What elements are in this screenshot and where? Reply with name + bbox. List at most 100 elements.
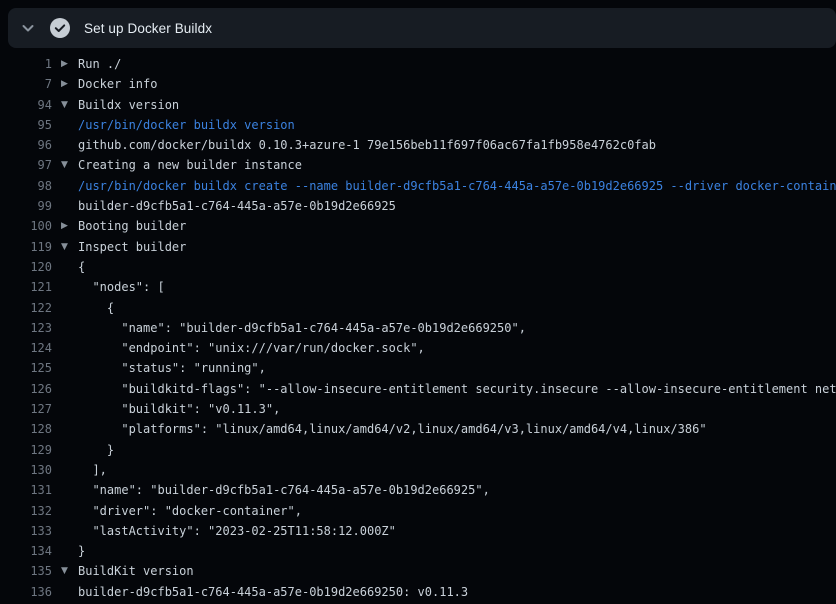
log-group-row[interactable]: 100▶Booting builder xyxy=(0,216,836,236)
log-text: { xyxy=(78,298,836,318)
log-group-row[interactable]: 94▼Buildx version xyxy=(0,95,836,115)
line-number[interactable]: 95 xyxy=(0,115,52,135)
log-group-row[interactable]: 97▼Creating a new builder instance xyxy=(0,155,836,175)
log-line: 126 "buildkitd-flags": "--allow-insecure… xyxy=(0,379,836,399)
group-collapse-icon[interactable]: ▼ xyxy=(52,237,78,257)
line-number[interactable]: 136 xyxy=(0,582,52,602)
gutter-spacer xyxy=(52,379,78,399)
group-title[interactable]: Creating a new builder instance xyxy=(78,155,836,175)
gutter-spacer xyxy=(52,257,78,277)
log-line: 132 "driver": "docker-container", xyxy=(0,501,836,521)
gutter-spacer xyxy=(52,541,78,561)
chevron-down-icon[interactable] xyxy=(20,20,36,36)
log-text: } xyxy=(78,440,836,460)
log-line: 123 "name": "builder-d9cfb5a1-c764-445a-… xyxy=(0,318,836,338)
log-line: 128 "platforms": "linux/amd64,linux/amd6… xyxy=(0,419,836,439)
gutter-spacer xyxy=(52,277,78,297)
line-number[interactable]: 99 xyxy=(0,196,52,216)
line-number[interactable]: 132 xyxy=(0,501,52,521)
line-number[interactable]: 131 xyxy=(0,480,52,500)
line-number[interactable]: 7 xyxy=(0,74,52,94)
gutter-spacer xyxy=(52,176,78,196)
actions-log-panel: Set up Docker Buildx 1▶Run ./7▶Docker in… xyxy=(0,0,836,604)
gutter-spacer xyxy=(52,440,78,460)
gutter-spacer xyxy=(52,135,78,155)
log-group-row[interactable]: 119▼Inspect builder xyxy=(0,237,836,257)
line-number[interactable]: 119 xyxy=(0,237,52,257)
line-number[interactable]: 124 xyxy=(0,338,52,358)
gutter-spacer xyxy=(52,115,78,135)
line-number[interactable]: 133 xyxy=(0,521,52,541)
log-text: { xyxy=(78,257,836,277)
group-collapse-icon[interactable]: ▼ xyxy=(52,95,78,115)
gutter-spacer xyxy=(52,521,78,541)
gutter-spacer xyxy=(52,480,78,500)
log-text: "endpoint": "unix:///var/run/docker.sock… xyxy=(78,338,836,358)
gutter-spacer xyxy=(52,358,78,378)
log-line: 96github.com/docker/buildx 0.10.3+azure-… xyxy=(0,135,836,155)
log-text: "nodes": [ xyxy=(78,277,836,297)
log-line: 125 "status": "running", xyxy=(0,358,836,378)
line-number[interactable]: 130 xyxy=(0,460,52,480)
log-text: "status": "running", xyxy=(78,358,836,378)
group-collapse-icon[interactable]: ▼ xyxy=(52,155,78,175)
group-collapse-icon[interactable]: ▼ xyxy=(52,561,78,581)
log-text: "buildkit": "v0.11.3", xyxy=(78,399,836,419)
log-text: "name": "builder-d9cfb5a1-c764-445a-a57e… xyxy=(78,480,836,500)
log-line: 134} xyxy=(0,541,836,561)
log-line: 133 "lastActivity": "2023-02-25T11:58:12… xyxy=(0,521,836,541)
log-line: 130 ], xyxy=(0,460,836,480)
line-number[interactable]: 125 xyxy=(0,358,52,378)
log-group-row[interactable]: 135▼BuildKit version xyxy=(0,561,836,581)
line-number[interactable]: 1 xyxy=(0,54,52,74)
gutter-spacer xyxy=(52,460,78,480)
line-number[interactable]: 134 xyxy=(0,541,52,561)
group-title[interactable]: Docker info xyxy=(78,74,836,94)
group-title[interactable]: Inspect builder xyxy=(78,237,836,257)
gutter-spacer xyxy=(52,399,78,419)
gutter-spacer xyxy=(52,419,78,439)
log-group-row[interactable]: 7▶Docker info xyxy=(0,74,836,94)
group-title[interactable]: BuildKit version xyxy=(78,561,836,581)
log-group-row[interactable]: 1▶Run ./ xyxy=(0,54,836,74)
log-line: 129 } xyxy=(0,440,836,460)
group-expand-icon[interactable]: ▶ xyxy=(52,54,78,74)
log-text: "platforms": "linux/amd64,linux/amd64/v2… xyxy=(78,419,836,439)
log-line: 124 "endpoint": "unix:///var/run/docker.… xyxy=(0,338,836,358)
group-title[interactable]: Buildx version xyxy=(78,95,836,115)
step-header[interactable]: Set up Docker Buildx xyxy=(8,8,836,48)
line-number[interactable]: 128 xyxy=(0,419,52,439)
group-title[interactable]: Run ./ xyxy=(78,54,836,74)
line-number[interactable]: 96 xyxy=(0,135,52,155)
log-line: 131 "name": "builder-d9cfb5a1-c764-445a-… xyxy=(0,480,836,500)
line-number[interactable]: 120 xyxy=(0,257,52,277)
line-number[interactable]: 126 xyxy=(0,379,52,399)
line-number[interactable]: 122 xyxy=(0,298,52,318)
gutter-spacer xyxy=(52,582,78,602)
group-title[interactable]: Booting builder xyxy=(78,216,836,236)
log-text: "name": "builder-d9cfb5a1-c764-445a-a57e… xyxy=(78,318,836,338)
line-number[interactable]: 100 xyxy=(0,216,52,236)
step-title: Set up Docker Buildx xyxy=(84,21,212,36)
line-number[interactable]: 129 xyxy=(0,440,52,460)
line-number[interactable]: 98 xyxy=(0,176,52,196)
line-number[interactable]: 123 xyxy=(0,318,52,338)
gutter-spacer xyxy=(52,196,78,216)
group-expand-icon[interactable]: ▶ xyxy=(52,74,78,94)
log-text: "driver": "docker-container", xyxy=(78,501,836,521)
log-text: } xyxy=(78,541,836,561)
log-text: "lastActivity": "2023-02-25T11:58:12.000… xyxy=(78,521,836,541)
log-text: "buildkitd-flags": "--allow-insecure-ent… xyxy=(78,379,836,399)
line-number[interactable]: 94 xyxy=(0,95,52,115)
log-text: /usr/bin/docker buildx version xyxy=(78,115,836,135)
log-text: /usr/bin/docker buildx create --name bui… xyxy=(78,176,836,196)
group-expand-icon[interactable]: ▶ xyxy=(52,216,78,236)
line-number[interactable]: 127 xyxy=(0,399,52,419)
log-line: 127 "buildkit": "v0.11.3", xyxy=(0,399,836,419)
line-number[interactable]: 97 xyxy=(0,155,52,175)
log-text: ], xyxy=(78,460,836,480)
line-number[interactable]: 135 xyxy=(0,561,52,581)
gutter-spacer xyxy=(52,338,78,358)
log-line: 95/usr/bin/docker buildx version xyxy=(0,115,836,135)
line-number[interactable]: 121 xyxy=(0,277,52,297)
